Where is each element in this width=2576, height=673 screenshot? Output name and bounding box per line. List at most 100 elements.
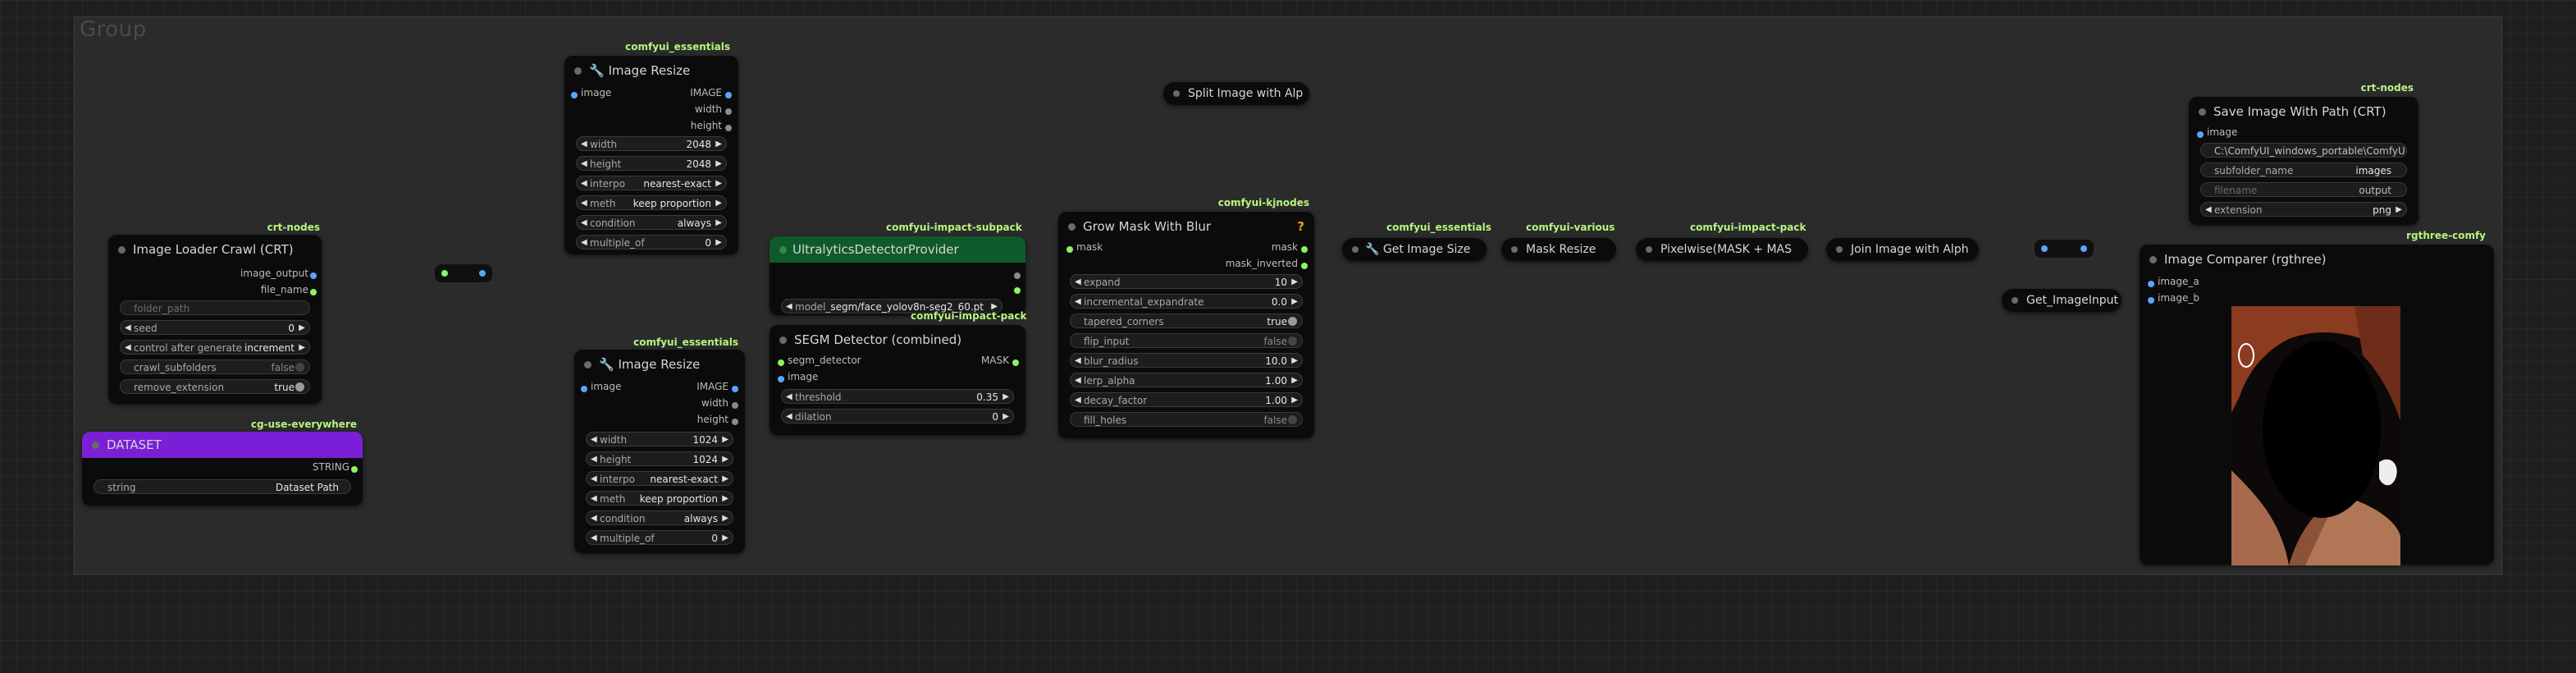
condition-select[interactable]: ◀ condition always ▶: [586, 510, 733, 525]
collapse-dot-icon[interactable]: [1068, 223, 1076, 231]
crawl-subfolders-toggle[interactable]: crawl_subfolders false: [120, 359, 310, 374]
comparison-preview-image[interactable]: [2231, 306, 2400, 565]
output-mask[interactable]: MASK: [981, 355, 1019, 371]
image-resize-top-node[interactable]: 🔧 Image Resize image IMAGE width height …: [564, 56, 738, 254]
input-mask[interactable]: mask: [1066, 241, 1103, 258]
control-after-generate-select[interactable]: ◀ control after generate increment ▶: [120, 340, 310, 355]
lerp-alpha-stepper[interactable]: ◀ lerp_alpha 1.00 ▶: [1070, 373, 1303, 387]
width-stepper[interactable]: ◀ width 1024 ▶: [586, 432, 733, 446]
node-title[interactable]: DATASET: [82, 432, 363, 458]
remove-extension-toggle[interactable]: remove_extension true: [120, 379, 310, 394]
output-mask-inverted[interactable]: mask_inverted: [1226, 258, 1308, 274]
fill-holes-toggle[interactable]: fill_holes false: [1070, 412, 1303, 427]
collapse-dot-icon[interactable]: [1352, 246, 1359, 253]
method-select[interactable]: ◀ meth keep proportion ▶: [586, 491, 733, 506]
output-path-field[interactable]: C:\ComfyUI_windows_portable\ComfyU...: [2200, 143, 2407, 158]
node-title[interactable]: Save Image With Path (CRT): [2189, 97, 2418, 126]
output-image[interactable]: image_output: [240, 268, 317, 284]
output-image[interactable]: IMAGE: [690, 87, 732, 103]
collapse-dot-icon[interactable]: [779, 336, 787, 344]
split-image-node[interactable]: Split Image with Alp: [1163, 82, 1309, 105]
pack-label: cg-use-everywhere: [250, 419, 357, 430]
get-image-size-node[interactable]: 🔧 Get Image Size: [1342, 238, 1487, 261]
collapse-dot-icon[interactable]: [2199, 108, 2206, 116]
collapse-dot-icon[interactable]: [1511, 246, 1518, 253]
join-image-node[interactable]: Join Image with Alph: [1826, 238, 1979, 261]
node-title[interactable]: Grow Mask With Blur?: [1058, 212, 1314, 241]
collapse-dot-icon[interactable]: [1646, 246, 1652, 253]
node-title[interactable]: SEGM Detector (combined): [770, 325, 1025, 355]
ultralytics-detector-node[interactable]: UltralyticsDetectorProvider ◀ model_ segm/…: [770, 236, 1025, 315]
collapse-dot-icon[interactable]: [118, 246, 126, 254]
subfolder-name-field[interactable]: subfolder_name images: [2200, 163, 2407, 177]
interpolation-select[interactable]: ◀ interpo nearest-exact ▶: [586, 471, 733, 486]
width-stepper[interactable]: ◀ width 2048 ▶: [576, 136, 727, 151]
method-select[interactable]: ◀ meth keep proportion ▶: [576, 195, 727, 210]
input-image[interactable]: image: [581, 381, 621, 397]
output-file-name[interactable]: file_name: [261, 284, 317, 300]
dilation-stepper[interactable]: ◀ dilation 0 ▶: [781, 409, 1014, 423]
height-stepper[interactable]: ◀ height 1024 ▶: [586, 451, 733, 466]
collapse-dot-icon[interactable]: [92, 442, 99, 449]
dataset-string-field[interactable]: string Dataset Path: [94, 479, 351, 494]
seed-stepper[interactable]: ◀ seed 0 ▶: [120, 320, 310, 335]
condition-select[interactable]: ◀ condition always ▶: [576, 215, 727, 230]
input-image-a[interactable]: image_a: [2148, 276, 2199, 292]
collapse-dot-icon[interactable]: [584, 361, 591, 369]
group-title: Group: [80, 17, 147, 42]
input-image-b[interactable]: image_b: [2148, 292, 2199, 309]
grow-mask-node[interactable]: Grow Mask With Blur? mask mask mask_inve…: [1058, 212, 1314, 438]
output-string[interactable]: STRING: [313, 461, 358, 478]
flip-input-toggle[interactable]: flip_input false: [1070, 333, 1303, 348]
collapse-dot-icon[interactable]: [574, 67, 582, 75]
output-image[interactable]: IMAGE: [697, 381, 738, 397]
get-image-input-node[interactable]: Get_ImageInput: [2002, 289, 2122, 312]
node-title[interactable]: 🔧 Image Resize: [574, 350, 745, 379]
height-stepper[interactable]: ◀ height 2048 ▶: [576, 156, 727, 171]
filename-field[interactable]: filename output: [2200, 182, 2407, 197]
decrement-arrow-icon: ◀: [125, 323, 131, 332]
image-loader-node[interactable]: Image Loader Crawl (CRT) image_output fi…: [108, 235, 322, 404]
input-image[interactable]: image: [571, 87, 611, 103]
node-title[interactable]: 🔧 Image Resize: [564, 56, 738, 85]
tapered-corners-toggle[interactable]: tapered_corners true: [1070, 314, 1303, 328]
expand-stepper[interactable]: ◀ expand 10 ▶: [1070, 274, 1303, 289]
node-title[interactable]: Image Comparer (rgthree): [2140, 245, 2494, 274]
interpolation-select[interactable]: ◀ interpo nearest-exact ▶: [576, 176, 727, 190]
segm-detector-node[interactable]: SEGM Detector (combined) segm_detector i…: [770, 325, 1025, 435]
collapse-dot-icon[interactable]: [2012, 297, 2018, 304]
node-title[interactable]: UltralyticsDetectorProvider: [770, 236, 1025, 263]
output-segm-dot[interactable]: [1014, 287, 1021, 294]
threshold-stepper[interactable]: ◀ threshold 0.35 ▶: [781, 389, 1014, 404]
output-height[interactable]: height: [691, 120, 732, 136]
input-segm-detector[interactable]: segm_detector: [778, 355, 861, 371]
increment-arrow-icon: ▶: [299, 343, 305, 352]
reroute-node[interactable]: [2035, 240, 2094, 258]
save-image-node[interactable]: Save Image With Path (CRT) image C:\Comf…: [2189, 97, 2418, 225]
collapse-dot-icon[interactable]: [779, 246, 787, 254]
reroute-node[interactable]: [435, 264, 492, 282]
input-image[interactable]: image: [2197, 126, 2237, 143]
dataset-node[interactable]: DATASET STRING string Dataset Path: [82, 432, 363, 506]
blur-radius-stepper[interactable]: ◀ blur_radius 10.0 ▶: [1070, 353, 1303, 368]
collapse-dot-icon[interactable]: [2149, 256, 2157, 263]
output-mask[interactable]: mask: [1272, 241, 1308, 258]
output-bbox-dot[interactable]: [1014, 272, 1021, 279]
help-badge-icon[interactable]: ?: [1297, 212, 1304, 241]
folder-path-field[interactable]: folder_path: [120, 300, 310, 315]
collapse-dot-icon[interactable]: [1836, 246, 1843, 253]
input-image[interactable]: image: [778, 371, 818, 387]
output-width[interactable]: width: [695, 103, 732, 120]
multiple-of-stepper[interactable]: ◀ multiple_of 0 ▶: [586, 530, 733, 545]
multiple-of-stepper[interactable]: ◀ multiple_of 0 ▶: [576, 235, 727, 250]
decay-factor-stepper[interactable]: ◀ decay_factor 1.00 ▶: [1070, 392, 1303, 407]
output-width[interactable]: width: [701, 397, 738, 414]
image-resize-bottom-node[interactable]: 🔧 Image Resize image IMAGE width height …: [574, 350, 745, 553]
node-title[interactable]: Image Loader Crawl (CRT): [108, 235, 322, 264]
mask-resize-node[interactable]: Mask Resize: [1501, 238, 1616, 261]
pixelwise-mask-node[interactable]: Pixelwise(MASK + MAS: [1636, 238, 1808, 261]
collapse-dot-icon[interactable]: [1173, 90, 1180, 97]
output-height[interactable]: height: [697, 414, 738, 430]
incremental-expandrate-stepper[interactable]: ◀ incremental_expandrate 0.0 ▶: [1070, 294, 1303, 309]
extension-select[interactable]: ◀ extension png ▶: [2200, 202, 2407, 217]
